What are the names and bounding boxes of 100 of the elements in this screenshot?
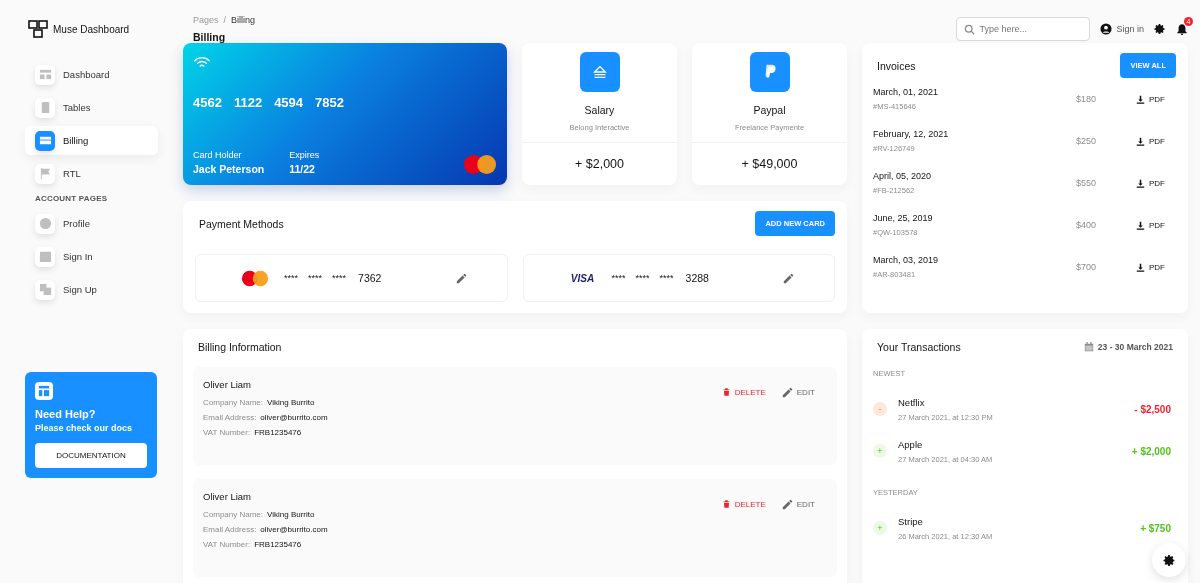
help-subtitle: Please check our docs — [35, 423, 134, 433]
transaction-name: Stripe — [898, 515, 924, 527]
edit-icon[interactable] — [455, 272, 467, 284]
nav-item[interactable]: Dashboard — [25, 60, 158, 89]
pdf-download-button[interactable]: PDF — [1136, 94, 1176, 104]
billing-name: Oliver Liam — [203, 491, 253, 502]
settings-icon — [1162, 553, 1176, 567]
pencil-icon — [781, 387, 793, 398]
field-value: Viking Burrito — [267, 398, 315, 407]
download-icon — [1136, 94, 1145, 104]
card-number-group: 1122 — [233, 95, 263, 110]
field-label: Company Name: — [203, 398, 264, 407]
expiry-date: 11/22 — [289, 163, 316, 175]
nav-item[interactable]: Sign Up — [25, 275, 158, 304]
transaction-sign: + — [873, 444, 887, 458]
transaction-amount: + $750 — [1140, 522, 1171, 534]
transaction-sign: + — [873, 521, 887, 535]
invoice-date: April, 05, 2020 — [873, 171, 933, 181]
field-label: Company Name: — [203, 510, 264, 519]
pdf-download-button[interactable]: PDF — [1136, 136, 1176, 146]
masked-digits: **** — [635, 273, 650, 283]
field-label: VAT Number: — [203, 428, 251, 437]
documentation-button[interactable]: DOCUMENTATION — [35, 443, 147, 468]
help-title: Need Help? — [35, 408, 97, 420]
pdf-download-button[interactable]: PDF — [1136, 178, 1176, 188]
nav-icon — [35, 246, 55, 267]
card-title: Payment Methods — [199, 217, 284, 230]
income-title: Salary — [584, 104, 615, 116]
card-holder-name: Jack Peterson — [193, 163, 265, 175]
transaction-name: Apple — [898, 438, 924, 450]
invoice-amount: $700 — [1076, 262, 1098, 272]
layout-icon — [35, 382, 53, 400]
edit-button[interactable]: EDIT — [781, 387, 815, 398]
download-icon — [1136, 178, 1145, 188]
search-field[interactable]: Type here... — [956, 17, 1091, 41]
date-range: 23 - 30 March 2021 — [1083, 342, 1173, 352]
field-value: oliver@burrito.com — [260, 525, 328, 534]
field-label: Email Address: — [203, 525, 257, 534]
income-title: Paypal — [753, 104, 786, 116]
field-label: VAT Number: — [203, 540, 251, 549]
download-icon — [1136, 220, 1145, 230]
pdf-download-button[interactable]: PDF — [1136, 262, 1176, 272]
invoice-amount: $250 — [1076, 136, 1098, 146]
billing-name: Oliver Liam — [203, 379, 253, 390]
nav-item[interactable]: Tables — [25, 93, 158, 122]
card-last-digits: 7362 — [358, 272, 382, 284]
invoice-amount: $550 — [1076, 178, 1098, 188]
nav-item[interactable]: RTL — [25, 159, 158, 188]
card-number-group: 4562 — [193, 95, 222, 110]
nav-icon — [35, 130, 55, 151]
edit-icon[interactable] — [783, 272, 794, 284]
field-value: FRB1235476 — [254, 428, 302, 437]
delete-button[interactable]: DELETE — [721, 499, 766, 509]
masked-digits: **** — [659, 273, 674, 283]
invoice-date: June, 25, 2019 — [873, 213, 934, 223]
card-holder-label: Card Holder — [193, 150, 243, 160]
transaction-amount: - $2,500 — [1134, 403, 1171, 415]
card-title: Billing Information — [197, 341, 283, 353]
settings-icon[interactable] — [1154, 23, 1166, 35]
section-heading: ACCOUNT PAGES — [34, 193, 109, 205]
sign-in-link[interactable]: Sign in — [1100, 23, 1144, 35]
transaction-sign: - — [873, 402, 887, 416]
card-number-group: 4594 — [274, 95, 304, 110]
search-icon — [964, 23, 976, 35]
edit-button[interactable]: EDIT — [781, 499, 815, 510]
nav-item[interactable]: Profile — [25, 209, 158, 238]
invoice-date: February, 12, 2021 — [873, 129, 950, 139]
page-title: Billing — [193, 31, 227, 43]
card-title: Your Transactions — [877, 341, 961, 353]
masked-digits: **** — [284, 273, 298, 283]
eject-icon — [579, 52, 620, 92]
field-value: FRB1235476 — [254, 540, 302, 549]
breadcrumb-current: Billing — [231, 15, 256, 25]
brand-name: Muse Dashboard — [53, 23, 130, 35]
card-number-group: 7852 — [315, 95, 344, 110]
download-icon — [1136, 136, 1145, 146]
wifi-icon — [193, 55, 211, 70]
field-value: Viking Burrito — [267, 510, 315, 519]
transaction-amount: + $2,000 — [1131, 445, 1171, 457]
expiry-label: Expires — [289, 150, 320, 160]
masked-digits: **** — [611, 273, 626, 283]
logo-icon — [28, 19, 48, 39]
field-value: oliver@burrito.com — [260, 413, 328, 422]
search-input[interactable]: Type here... — [979, 24, 1080, 34]
card-last-digits: 3288 — [685, 272, 709, 284]
field-label: Email Address: — [203, 413, 257, 422]
nav-icon — [35, 279, 55, 300]
download-icon — [1136, 262, 1145, 272]
paypal-icon — [749, 52, 790, 92]
masked-digits: **** — [332, 273, 347, 283]
trash-icon — [721, 387, 731, 397]
pdf-download-button[interactable]: PDF — [1136, 220, 1176, 230]
nav-item[interactable]: Billing — [25, 126, 158, 155]
mastercard-icon — [463, 154, 497, 175]
visa-logo: VISA — [570, 272, 595, 284]
notification-bell-icon[interactable] — [1176, 22, 1188, 36]
income-amount: + $49,000 — [740, 156, 799, 173]
delete-button[interactable]: DELETE — [721, 387, 766, 397]
nav-icon — [35, 163, 55, 184]
nav-item[interactable]: Sign In — [25, 242, 158, 271]
